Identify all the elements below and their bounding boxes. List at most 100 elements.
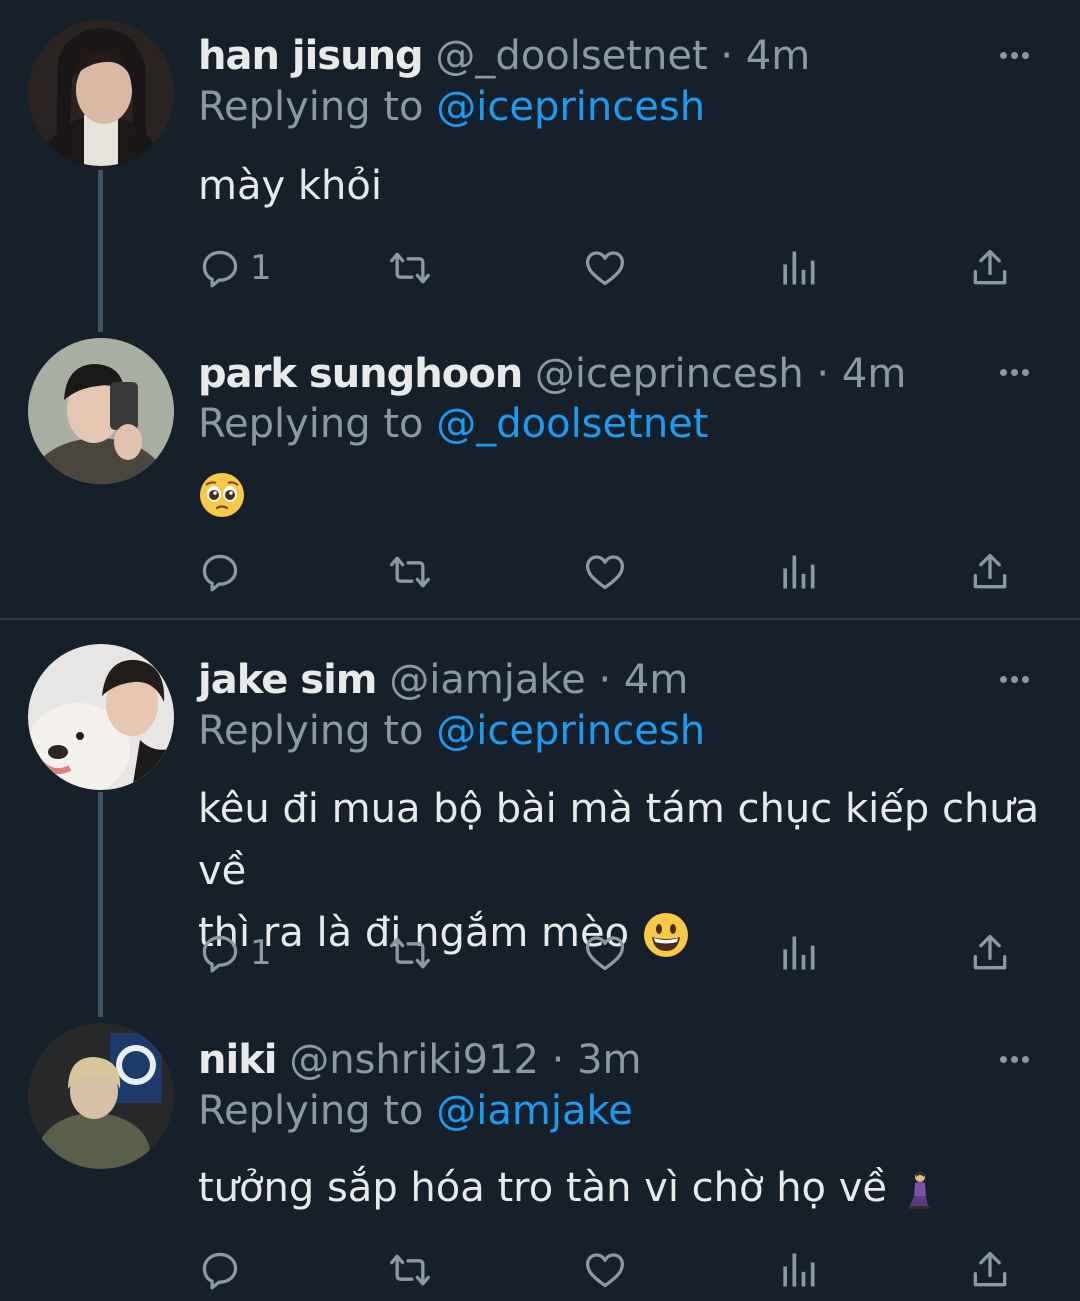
reply-button[interactable]: 1 <box>198 930 272 976</box>
share-button[interactable] <box>968 930 1012 976</box>
more-icon[interactable] <box>1000 668 1040 688</box>
tweet-text <box>198 462 1058 524</box>
views-icon <box>783 1253 815 1287</box>
views-icon <box>783 936 815 970</box>
like-button[interactable] <box>583 930 627 976</box>
action-bar: 1 <box>198 245 1038 291</box>
avatar[interactable] <box>28 644 174 790</box>
tweet-text-content: tưởng sắp hóa tro tàn vì chờ họ về <box>198 1165 888 1211</box>
views-icon <box>783 555 815 589</box>
separator-dot: · <box>707 33 746 79</box>
user-handle[interactable]: @_doolsetnet <box>435 33 707 79</box>
retweet-button[interactable] <box>388 549 432 595</box>
reply-button[interactable]: 1 <box>198 245 272 291</box>
reply-icon <box>202 554 238 592</box>
tweet-header: park sunghoon @iceprincesh · 4m <box>198 348 906 400</box>
thread-line <box>98 170 103 332</box>
like-button[interactable] <box>583 1247 627 1293</box>
views-button[interactable] <box>776 549 820 595</box>
replying-to: Replying to @iceprincesh <box>198 81 705 133</box>
tweet[interactable]: park sunghoon @iceprincesh · 4m Replying… <box>0 330 1080 618</box>
tweet-header: jake sim @iamjake · 4m <box>198 654 688 706</box>
reply-count: 1 <box>250 933 272 973</box>
like-icon <box>585 936 625 971</box>
mention-link[interactable]: @_doolsetnet <box>436 401 708 447</box>
more-icon[interactable] <box>1000 1048 1040 1068</box>
tweet-header: han jisung @_doolsetnet · 4m <box>198 30 810 82</box>
timestamp[interactable]: 4m <box>624 657 688 703</box>
tweet[interactable]: niki @nshriki912 · 3m Replying to @iamja… <box>0 1015 1080 1301</box>
replying-to-label: Replying to <box>198 708 437 754</box>
share-button[interactable] <box>968 1247 1012 1293</box>
retweet-button[interactable] <box>388 930 432 976</box>
replying-to: Replying to @_doolsetnet <box>198 398 708 450</box>
thread-line <box>98 792 103 1017</box>
kneeling-person-emoji <box>907 1171 930 1209</box>
share-icon <box>973 553 1007 589</box>
tweet-text-content: mày khỏi <box>198 163 382 209</box>
avatar[interactable] <box>28 20 174 166</box>
tweet-text-line: kêu đi mua bộ bài mà tám chục kiếp chưa … <box>198 786 1040 894</box>
retweet-icon <box>390 556 430 588</box>
action-bar: 1 <box>198 930 1038 976</box>
more-icon[interactable] <box>1000 361 1040 381</box>
pleading-face-emoji <box>200 473 244 517</box>
mention-link[interactable]: @iamjake <box>436 1088 633 1134</box>
display-name[interactable]: jake sim <box>198 657 377 703</box>
share-icon <box>973 249 1007 285</box>
timestamp[interactable]: 3m <box>577 1037 641 1083</box>
retweet-button[interactable] <box>388 1247 432 1293</box>
views-button[interactable] <box>776 1247 820 1293</box>
reply-count: 1 <box>250 248 272 288</box>
separator-dot: · <box>803 351 842 397</box>
tweet-text: tưởng sắp hóa tro tàn vì chờ họ về <box>198 1157 1058 1219</box>
retweet-button[interactable] <box>388 245 432 291</box>
mention-link[interactable]: @iceprincesh <box>436 708 705 754</box>
retweet-icon <box>390 937 430 969</box>
retweet-icon <box>390 252 430 284</box>
avatar[interactable] <box>28 1023 174 1169</box>
replying-to-label: Replying to <box>198 401 437 447</box>
more-icon[interactable] <box>1000 44 1040 64</box>
replying-to-label: Replying to <box>198 1088 437 1134</box>
tweet-text: mày khỏi <box>198 155 1058 217</box>
user-handle[interactable]: @iamjake <box>389 657 586 703</box>
timestamp[interactable]: 4m <box>842 351 906 397</box>
tweet[interactable]: jake sim @iamjake · 4m Replying to @icep… <box>0 620 1080 1017</box>
views-button[interactable] <box>776 930 820 976</box>
tweet-header: niki @nshriki912 · 3m <box>198 1034 642 1086</box>
views-button[interactable] <box>776 245 820 291</box>
like-icon <box>585 555 625 590</box>
user-handle[interactable]: @iceprincesh <box>535 351 804 397</box>
share-button[interactable] <box>968 245 1012 291</box>
like-icon <box>585 1253 625 1288</box>
user-handle[interactable]: @nshriki912 <box>289 1037 539 1083</box>
share-icon <box>973 1251 1007 1287</box>
reply-icon <box>202 250 238 288</box>
tweet[interactable]: han jisung @_doolsetnet · 4m Replying to… <box>0 0 1080 332</box>
reply-icon <box>202 935 238 973</box>
views-icon <box>783 251 815 285</box>
like-button[interactable] <box>583 245 627 291</box>
replying-to-label: Replying to <box>198 84 437 130</box>
action-bar <box>198 549 1038 595</box>
display-name[interactable]: han jisung <box>198 33 424 79</box>
replying-to: Replying to @iamjake <box>198 1085 633 1137</box>
display-name[interactable]: niki <box>198 1037 277 1083</box>
reply-icon <box>202 1252 238 1290</box>
like-icon <box>585 251 625 286</box>
action-bar <box>198 1247 1038 1293</box>
share-icon <box>973 934 1007 970</box>
mention-link[interactable]: @iceprincesh <box>436 84 705 130</box>
replying-to: Replying to @iceprincesh <box>198 705 705 757</box>
reply-button[interactable] <box>198 549 250 595</box>
timestamp[interactable]: 4m <box>746 33 810 79</box>
avatar[interactable] <box>28 338 174 484</box>
like-button[interactable] <box>583 549 627 595</box>
retweet-icon <box>390 1254 430 1286</box>
display-name[interactable]: park sunghoon <box>198 351 523 397</box>
reply-button[interactable] <box>198 1247 250 1293</box>
share-button[interactable] <box>968 549 1012 595</box>
separator-dot: · <box>585 657 624 703</box>
separator-dot: · <box>538 1037 578 1083</box>
